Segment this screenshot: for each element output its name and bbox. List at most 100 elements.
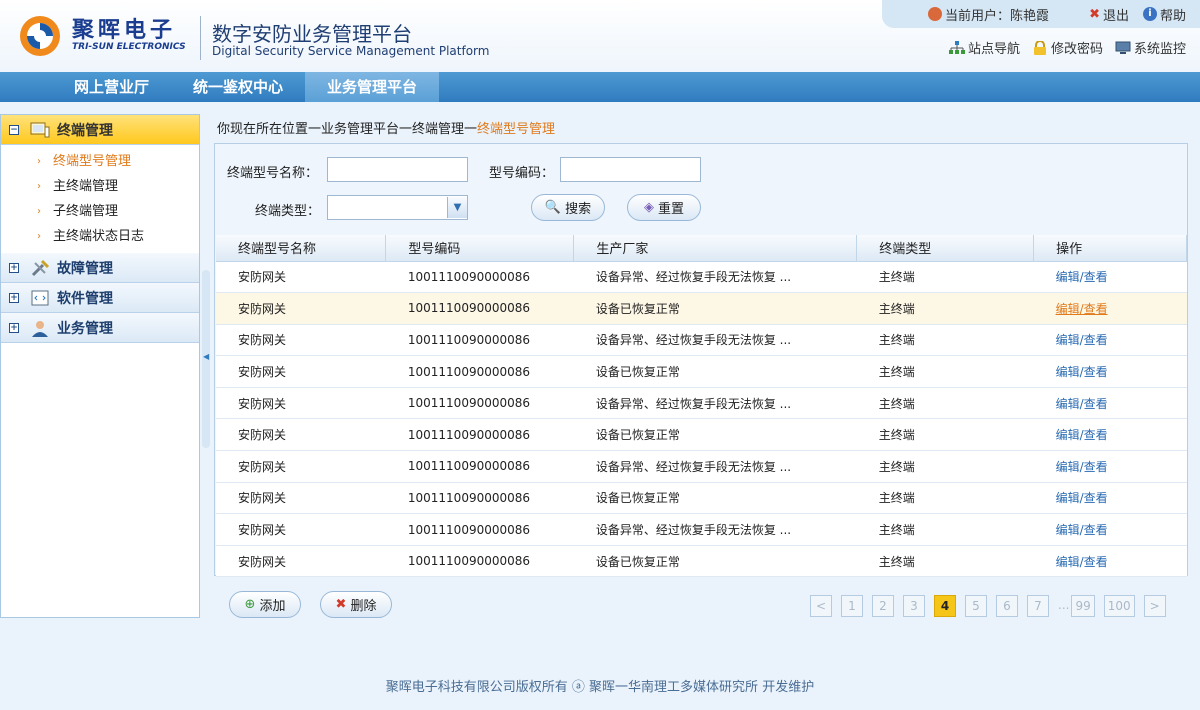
prev-page-button[interactable]: < — [810, 595, 832, 617]
model-code-input[interactable] — [560, 157, 701, 182]
breadcrumb-path: 你现在所在位置一业务管理平台一终端管理一 — [217, 122, 478, 137]
edit-view-link[interactable]: 编辑/查看 — [1033, 355, 1187, 388]
add-button-label: 添加 — [259, 599, 286, 614]
edit-view-link[interactable]: 编辑/查看 — [1033, 292, 1187, 325]
table-cell: 安防网关 — [216, 387, 386, 420]
quick-links: 站点导航 修改密码 系统监控 — [937, 38, 1186, 57]
platform-title-en: Digital Security Service Management Plat… — [212, 44, 490, 58]
sidebar-group-fault[interactable]: + 故障管理 — [1, 253, 199, 283]
column-header[interactable]: 终端型号名称 — [216, 235, 387, 262]
sidebar-item-terminal-status-log[interactable]: › 主终端状态日志 — [37, 224, 199, 249]
table-row[interactable]: 安防网关 1001110090000086 设备异常、经过恢复手段无法恢复 ... 主… — [216, 387, 1187, 420]
column-header[interactable]: 终端类型 — [856, 235, 1035, 262]
collapse-icon[interactable]: − — [9, 124, 19, 135]
model-code-label: 型号编码： — [489, 166, 555, 181]
sidebar-group-label: 业务管理 — [57, 320, 113, 337]
table-header-row: 终端型号名称 型号编码 生产厂家 终端类型 操作 — [216, 235, 1187, 262]
table-cell: 安防网关 — [216, 450, 386, 483]
brand-name: 聚晖电子 — [72, 18, 177, 43]
terminal-type-select[interactable]: ▼ — [327, 195, 468, 220]
edit-view-link[interactable]: 编辑/查看 — [1033, 482, 1187, 515]
edit-view-link[interactable]: 编辑/查看 — [1033, 450, 1187, 483]
change-password-link[interactable]: 修改密码 — [1032, 38, 1103, 57]
page-button[interactable]: 4 — [934, 595, 956, 617]
edit-view-link[interactable]: 编辑/查看 — [1033, 513, 1187, 546]
sidebar-group-software[interactable]: + 软件管理 — [1, 283, 199, 313]
table-row[interactable]: 安防网关 1001110090000086 设备异常、经过恢复手段无法恢复 ... 主… — [216, 324, 1187, 357]
table-cell: 主终端 — [856, 387, 1034, 420]
sidebar-item-sub-terminal[interactable]: › 子终端管理 — [37, 199, 199, 224]
table-cell: 安防网关 — [216, 261, 386, 294]
monitor-icon — [1115, 41, 1131, 54]
table-cell: 主终端 — [856, 513, 1034, 546]
table-cell: 1001110090000086 — [385, 482, 574, 515]
page-button[interactable]: 6 — [996, 595, 1018, 617]
terminal-type-label: 终端类型： — [255, 204, 321, 219]
column-header: 操作 — [1033, 235, 1187, 262]
column-header[interactable]: 生产厂家 — [573, 235, 858, 262]
sidebar-group-label: 终端管理 — [57, 122, 113, 139]
sidebar-group-business[interactable]: + 业务管理 — [1, 313, 199, 343]
edit-view-link[interactable]: 编辑/查看 — [1033, 261, 1187, 294]
pagination: <1 2 3 4 5 6 7... 99 100 > — [810, 595, 1175, 617]
main-nav: 网上营业厅 统一鉴权中心 业务管理平台 — [0, 72, 1200, 102]
user-icon — [32, 320, 48, 337]
expand-icon[interactable]: + — [9, 292, 19, 303]
delete-button[interactable]: ✖ 删除 — [320, 591, 392, 618]
table-row[interactable]: 安防网关 1001110090000086 设备已恢复正常 主终端 编辑/查看 — [216, 292, 1187, 325]
table-cell: 设备已恢复正常 — [573, 482, 857, 515]
table-cell: 设备已恢复正常 — [573, 418, 857, 452]
edit-view-link[interactable]: 编辑/查看 — [1033, 418, 1187, 452]
table-row[interactable]: 安防网关 1001110090000086 设备已恢复正常 主终端 编辑/查看 — [216, 418, 1187, 452]
table-row[interactable]: 安防网关 1001110090000086 设备已恢复正常 主终端 编辑/查看 — [216, 355, 1187, 388]
tab-online-hall[interactable]: 网上营业厅 — [52, 72, 171, 102]
model-name-input[interactable] — [327, 157, 468, 182]
logout-link[interactable]: ✖ 退出 — [1089, 5, 1129, 24]
search-icon: 🔍 — [544, 200, 562, 215]
table-cell: 主终端 — [856, 261, 1034, 294]
edit-view-link[interactable]: 编辑/查看 — [1033, 324, 1187, 357]
page-button[interactable]: 3 — [903, 595, 925, 617]
sidebar-item-terminal-model[interactable]: › 终端型号管理 — [37, 149, 199, 174]
table-cell: 主终端 — [856, 355, 1034, 388]
change-password-label: 修改密码 — [1050, 42, 1103, 57]
reset-button[interactable]: ◈ 重置 — [627, 194, 701, 221]
chevron-down-icon[interactable]: ▼ — [447, 197, 467, 218]
page-button[interactable]: 7 — [1027, 595, 1049, 617]
table-row[interactable]: 安防网关 1001110090000086 设备已恢复正常 主终端 编辑/查看 — [216, 482, 1187, 515]
table-cell: 设备异常、经过恢复手段无法恢复 ... — [573, 324, 857, 357]
edit-view-link[interactable]: 编辑/查看 — [1033, 387, 1187, 420]
tab-business-platform[interactable]: 业务管理平台 — [305, 72, 440, 102]
chevron-left-icon[interactable]: ◀ — [203, 352, 209, 361]
add-button[interactable]: ⊕ 添加 — [229, 591, 301, 618]
column-header[interactable]: 型号编码 — [385, 235, 575, 262]
chevron-right-icon: › — [37, 181, 41, 192]
edit-view-link[interactable]: 编辑/查看 — [1033, 545, 1187, 578]
page-button[interactable]: 1 — [841, 595, 863, 617]
site-nav-link[interactable]: 站点导航 — [948, 38, 1020, 57]
table-cell: 设备异常、经过恢复手段无法恢复 ... — [573, 450, 857, 483]
sidebar-item-label: 主终端状态日志 — [53, 229, 145, 244]
page-button[interactable]: 100 — [1103, 595, 1135, 617]
table-cell: 设备已恢复正常 — [573, 545, 857, 578]
current-user: 当前用户：陈艳霞 — [928, 5, 1049, 24]
table-row[interactable]: 安防网关 1001110090000086 设备异常、经过恢复手段无法恢复 ... 主… — [216, 513, 1187, 546]
expand-icon[interactable]: + — [9, 322, 19, 333]
sidebar-item-main-terminal[interactable]: › 主终端管理 — [37, 174, 199, 199]
system-monitor-link[interactable]: 系统监控 — [1115, 38, 1186, 57]
page-button[interactable]: 5 — [965, 595, 987, 617]
expand-icon[interactable]: + — [9, 262, 19, 273]
help-link[interactable]: i 帮助 — [1142, 5, 1186, 24]
table-row[interactable]: 安防网关 1001110090000086 设备已恢复正常 主终端 编辑/查看 — [216, 545, 1187, 578]
chevron-right-icon: › — [37, 156, 41, 167]
sidebar-group-terminal[interactable]: − 终端管理 — [1, 115, 199, 145]
table-row[interactable]: 安防网关 1001110090000086 设备异常、经过恢复手段无法恢复 ... 主… — [216, 450, 1187, 483]
sidebar-item-label: 子终端管理 — [53, 204, 119, 219]
next-page-button[interactable]: > — [1143, 595, 1166, 617]
search-button[interactable]: 🔍 搜索 — [531, 194, 605, 221]
tab-auth-center[interactable]: 统一鉴权中心 — [171, 72, 305, 102]
page-button[interactable]: 2 — [872, 595, 894, 617]
table-cell: 安防网关 — [216, 513, 386, 546]
page-button[interactable]: 99 — [1071, 595, 1095, 617]
table-row[interactable]: 安防网关 1001110090000086 设备异常、经过恢复手段无法恢复 ... 主… — [216, 261, 1187, 294]
